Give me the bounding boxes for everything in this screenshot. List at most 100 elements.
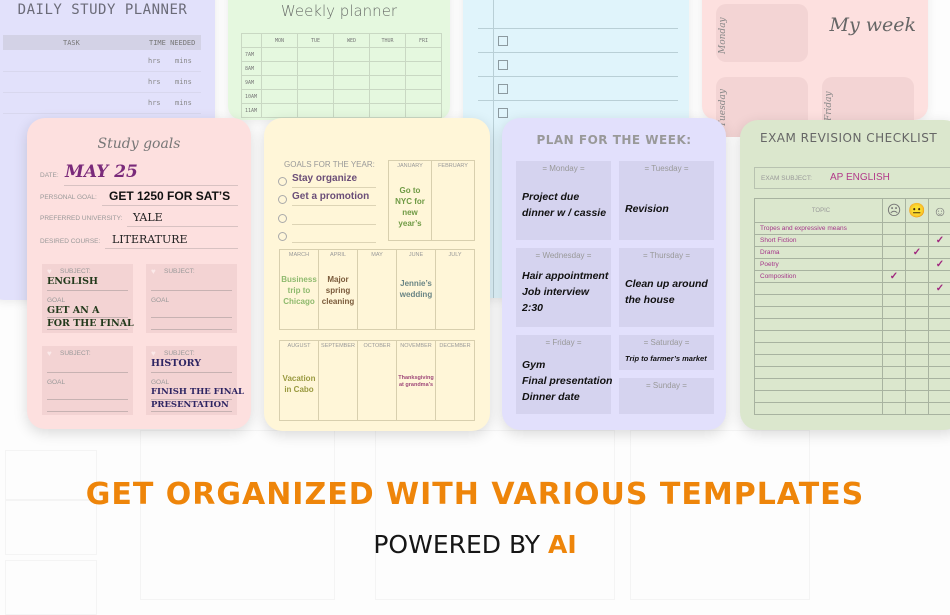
topic-row[interactable] bbox=[755, 355, 950, 367]
subject-box[interactable]: ♥ SUBJECT: GOAL bbox=[42, 346, 133, 415]
radio-icon[interactable] bbox=[278, 214, 287, 223]
rating-cell-happy[interactable] bbox=[929, 355, 950, 367]
rating-cell-happy[interactable] bbox=[929, 391, 950, 403]
subject-box[interactable]: ♥ SUBJECT: HISTORY GOAL FINISH THE FINAL… bbox=[146, 346, 237, 415]
rating-cell-sad[interactable] bbox=[883, 367, 906, 379]
topic-row[interactable] bbox=[755, 367, 950, 379]
rating-cell-neutral[interactable] bbox=[906, 331, 929, 343]
topic-row[interactable] bbox=[755, 391, 950, 403]
month-cell[interactable]: OCTOBER bbox=[357, 340, 397, 421]
exam-revision-checklist-card[interactable]: EXAM REVISION CHECKLIST EXAM SUBJECT: AP… bbox=[740, 120, 950, 430]
rating-cell-sad[interactable] bbox=[883, 331, 906, 343]
topic-row[interactable] bbox=[755, 295, 950, 307]
checkbox[interactable] bbox=[498, 84, 508, 94]
rating-cell-happy[interactable]: ✓ bbox=[929, 283, 950, 295]
study-goals-card[interactable]: Study goals DATE: MAY 25 PERSONAL GOAL: … bbox=[27, 118, 251, 429]
personal-goal-value[interactable]: GET 1250 FOR SAT’S bbox=[109, 189, 230, 203]
topic-row[interactable]: ✓ bbox=[755, 283, 950, 295]
day-box-saturday[interactable]: = Saturday =Trip to farmer’s market bbox=[619, 335, 714, 370]
rating-cell-neutral[interactable] bbox=[906, 223, 929, 235]
rating-cell-sad[interactable] bbox=[883, 403, 906, 415]
topic-row[interactable] bbox=[755, 403, 950, 415]
rating-cell-neutral[interactable] bbox=[906, 283, 929, 295]
topic-row[interactable] bbox=[755, 379, 950, 391]
rating-cell-sad[interactable] bbox=[883, 247, 906, 259]
exam-subject-field[interactable]: EXAM SUBJECT: AP ENGLISH bbox=[754, 167, 950, 189]
rating-cell-sad[interactable] bbox=[883, 391, 906, 403]
day-box-friday[interactable]: = Friday =GymFinal presentationDinner da… bbox=[516, 335, 611, 414]
month-cell[interactable]: DECEMBER bbox=[435, 340, 475, 421]
rating-cell-happy[interactable] bbox=[929, 307, 950, 319]
radio-icon[interactable] bbox=[278, 232, 287, 241]
rating-cell-sad[interactable] bbox=[883, 319, 906, 331]
topic-row[interactable] bbox=[755, 307, 950, 319]
checkbox[interactable] bbox=[498, 60, 508, 70]
day-box-sunday[interactable]: = Sunday = bbox=[619, 378, 714, 414]
rating-cell-happy[interactable] bbox=[929, 247, 950, 259]
rating-cell-neutral[interactable] bbox=[906, 379, 929, 391]
topic-row[interactable]: Composition✓ bbox=[755, 271, 950, 283]
month-cell[interactable]: AUGUSTVacation in Cabo bbox=[279, 340, 319, 421]
rating-cell-neutral[interactable] bbox=[906, 307, 929, 319]
rating-cell-neutral[interactable] bbox=[906, 271, 929, 283]
month-cell[interactable]: FEBRUARY bbox=[431, 160, 475, 241]
day-box-thursday[interactable]: = Thursday =Clean up aroundthe house bbox=[619, 248, 714, 327]
rating-cell-happy[interactable] bbox=[929, 331, 950, 343]
rating-cell-sad[interactable] bbox=[883, 283, 906, 295]
day-box-monday[interactable]: = Monday =Project duedinner w / cassie bbox=[516, 161, 611, 240]
rating-cell-happy[interactable] bbox=[929, 271, 950, 283]
rating-cell-happy[interactable] bbox=[929, 343, 950, 355]
month-cell[interactable]: MARCHBusiness trip to Chicago bbox=[279, 249, 319, 330]
month-cell[interactable]: JULY bbox=[435, 249, 475, 330]
course-value[interactable]: LITERATURE bbox=[112, 233, 188, 246]
rating-cell-sad[interactable] bbox=[883, 295, 906, 307]
month-cell[interactable]: MAY bbox=[357, 249, 397, 330]
rating-cell-happy[interactable] bbox=[929, 295, 950, 307]
rating-cell-neutral[interactable] bbox=[906, 259, 929, 271]
rating-cell-happy[interactable] bbox=[929, 223, 950, 235]
rating-cell-sad[interactable] bbox=[883, 379, 906, 391]
my-week-card[interactable]: My week Monday Tuesday Friday bbox=[702, 0, 928, 120]
subject-box[interactable]: ♥ SUBJECT: ENGLISH GOAL GET AN AFOR THE … bbox=[42, 264, 133, 333]
rating-cell-happy[interactable] bbox=[929, 403, 950, 415]
rating-cell-neutral[interactable] bbox=[906, 403, 929, 415]
rating-cell-sad[interactable]: ✓ bbox=[883, 271, 906, 283]
rating-cell-neutral[interactable]: ✓ bbox=[906, 247, 929, 259]
rating-cell-neutral[interactable] bbox=[906, 355, 929, 367]
rating-cell-neutral[interactable] bbox=[906, 391, 929, 403]
rating-cell-sad[interactable] bbox=[883, 343, 906, 355]
weekly-planner-card[interactable]: Weekly planner MONTUEWEDTHURFRI 7AM 8AM … bbox=[228, 0, 450, 120]
plan-for-the-week-card[interactable]: PLAN FOR THE WEEK: = Monday =Project due… bbox=[502, 118, 726, 430]
rating-cell-happy[interactable]: ✓ bbox=[929, 235, 950, 247]
month-cell[interactable]: JANUARYGo to NYC for new year’s bbox=[388, 160, 432, 241]
topic-row[interactable]: Tropes and expressive means bbox=[755, 223, 950, 235]
topic-row[interactable] bbox=[755, 343, 950, 355]
rating-cell-sad[interactable] bbox=[883, 235, 906, 247]
month-cell[interactable]: APRILMajor spring cleaning bbox=[318, 249, 358, 330]
university-value[interactable]: YALE bbox=[133, 211, 163, 224]
topic-row[interactable]: Poetry✓ bbox=[755, 259, 950, 271]
month-cell[interactable]: JUNEJennie’s wedding bbox=[396, 249, 436, 330]
month-cell[interactable]: SEPTEMBER bbox=[318, 340, 358, 421]
checkbox[interactable] bbox=[498, 108, 508, 118]
day-box-wednesday[interactable]: = Wednesday =Hair appointmentJob intervi… bbox=[516, 248, 611, 327]
rating-cell-neutral[interactable] bbox=[906, 319, 929, 331]
rating-cell-happy[interactable]: ✓ bbox=[929, 259, 950, 271]
topic-row[interactable] bbox=[755, 319, 950, 331]
rating-cell-sad[interactable] bbox=[883, 355, 906, 367]
rating-cell-sad[interactable] bbox=[883, 307, 906, 319]
month-cell[interactable]: NOVEMBERThanksgiving at grandma’s bbox=[396, 340, 436, 421]
rating-cell-neutral[interactable] bbox=[906, 343, 929, 355]
topic-row[interactable]: Short Fiction✓ bbox=[755, 235, 950, 247]
rating-cell-neutral[interactable] bbox=[906, 367, 929, 379]
rating-cell-happy[interactable] bbox=[929, 367, 950, 379]
radio-icon[interactable] bbox=[278, 177, 287, 186]
rating-cell-sad[interactable] bbox=[883, 259, 906, 271]
rating-cell-sad[interactable] bbox=[883, 223, 906, 235]
rating-cell-neutral[interactable] bbox=[906, 235, 929, 247]
radio-icon[interactable] bbox=[278, 195, 287, 204]
year-goals-card[interactable]: GOALS FOR THE YEAR: Stay organize Get a … bbox=[264, 118, 490, 431]
topic-row[interactable]: Drama✓ bbox=[755, 247, 950, 259]
subject-box[interactable]: ♥ SUBJECT: GOAL bbox=[146, 264, 237, 333]
topic-row[interactable] bbox=[755, 331, 950, 343]
